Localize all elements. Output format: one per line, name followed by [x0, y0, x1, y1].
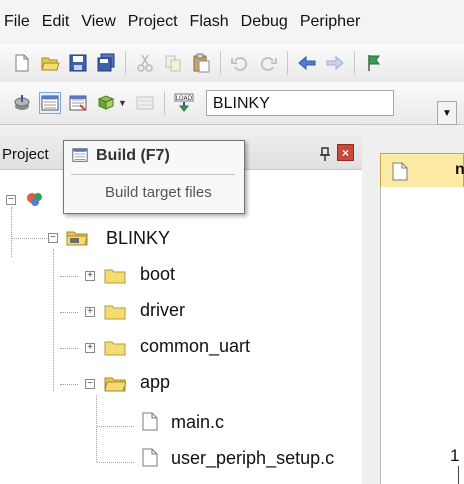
copy-icon[interactable]	[162, 52, 184, 74]
toolbar-separator	[125, 51, 126, 75]
menu-debug[interactable]: Debug	[235, 13, 294, 31]
file-icon	[142, 448, 158, 467]
build-icon[interactable]	[39, 92, 61, 114]
chevron-down-icon: ▼	[442, 107, 452, 119]
save-icon[interactable]	[67, 52, 89, 74]
folder-icon	[104, 305, 126, 320]
tree-guide-line	[60, 384, 78, 385]
tree-group-driver[interactable]: driver	[140, 300, 185, 321]
open-folder-icon	[104, 377, 126, 392]
navigate-forward-icon[interactable]	[324, 52, 346, 74]
menu-project[interactable]: Project	[122, 13, 184, 31]
stop-build-icon[interactable]	[134, 92, 156, 114]
toolbar-separator	[220, 51, 221, 75]
tree-group-common-uart[interactable]: common_uart	[140, 336, 250, 357]
project-tree	[0, 170, 362, 484]
tree-guide-line	[53, 249, 54, 391]
tree-file-main-c[interactable]: main.c	[171, 412, 224, 433]
close-icon[interactable]: ×	[337, 144, 354, 161]
tree-guide-line	[60, 276, 78, 277]
build-icon	[72, 148, 88, 162]
file-icon	[142, 412, 158, 431]
toolbar-separator	[163, 91, 165, 115]
target-label[interactable]: BLINKY	[106, 228, 170, 249]
file-toolbar	[0, 44, 464, 82]
tooltip-description: Build target files	[105, 184, 212, 201]
tree-guide-line	[96, 395, 97, 462]
tree-guide-line	[97, 426, 134, 427]
tree-guide-line	[60, 348, 78, 349]
menu-bar: File Edit View Project Flash Debug Perip…	[0, 0, 464, 44]
bookmark-icon[interactable]	[363, 52, 385, 74]
target-dropdown-arrow[interactable]: ▼	[437, 101, 457, 125]
tree-group-boot[interactable]: boot	[140, 264, 175, 285]
tree-guide-line	[11, 207, 12, 257]
download-icon-text: LOAD	[176, 95, 193, 102]
menu-view[interactable]: View	[75, 13, 121, 31]
save-all-icon[interactable]	[95, 52, 117, 74]
folder-icon	[104, 269, 126, 284]
tooltip-title: Build (F7)	[96, 147, 170, 164]
tree-expander[interactable]: −	[85, 379, 95, 389]
toolbar-separator	[354, 51, 355, 75]
menu-file[interactable]: File	[0, 13, 36, 31]
build-toolbar: ▼ LOAD BLINKY	[0, 82, 464, 125]
pin-icon[interactable]	[318, 147, 332, 161]
download-icon[interactable]: LOAD	[173, 92, 195, 114]
cut-icon[interactable]	[134, 52, 156, 74]
undo-icon[interactable]	[229, 52, 251, 74]
line-number: 1	[450, 446, 460, 465]
tree-guide-line	[97, 462, 134, 463]
menu-peripherals[interactable]: Peripher	[294, 13, 366, 31]
redo-icon[interactable]	[257, 52, 279, 74]
tree-expander[interactable]: +	[85, 343, 95, 353]
new-file-icon[interactable]	[11, 52, 33, 74]
menu-edit[interactable]: Edit	[36, 13, 76, 31]
text-cursor	[458, 466, 459, 484]
target-folder-icon	[66, 231, 88, 246]
panel-title: Project	[2, 146, 49, 163]
tooltip-divider	[71, 174, 235, 175]
tree-expander[interactable]: −	[6, 195, 16, 205]
paste-icon[interactable]	[190, 52, 212, 74]
tree-group-app[interactable]: app	[140, 372, 170, 393]
open-folder-icon[interactable]	[39, 52, 61, 74]
translate-icon[interactable]	[11, 92, 33, 114]
tree-expander[interactable]: −	[48, 233, 58, 243]
rebuild-icon[interactable]	[67, 92, 89, 114]
toolbar-separator	[287, 51, 288, 75]
project-root-icon	[27, 193, 42, 206]
tree-file-user-periph-setup[interactable]: user_periph_setup.c	[171, 448, 334, 469]
editor-tab-label[interactable]: n	[455, 161, 464, 179]
file-icon	[392, 162, 408, 181]
tree-guide-line	[60, 312, 78, 313]
menu-flash[interactable]: Flash	[184, 13, 235, 31]
batch-build-icon[interactable]	[95, 92, 117, 114]
navigate-back-icon[interactable]	[296, 52, 318, 74]
folder-icon	[104, 341, 126, 356]
tree-guide-line	[12, 238, 47, 239]
code-editor[interactable]	[380, 187, 464, 484]
target-select[interactable]: BLINKY	[205, 90, 394, 116]
chevron-down-icon[interactable]: ▼	[118, 98, 127, 108]
tree-expander[interactable]: +	[85, 271, 95, 281]
tree-expander[interactable]: +	[85, 307, 95, 317]
